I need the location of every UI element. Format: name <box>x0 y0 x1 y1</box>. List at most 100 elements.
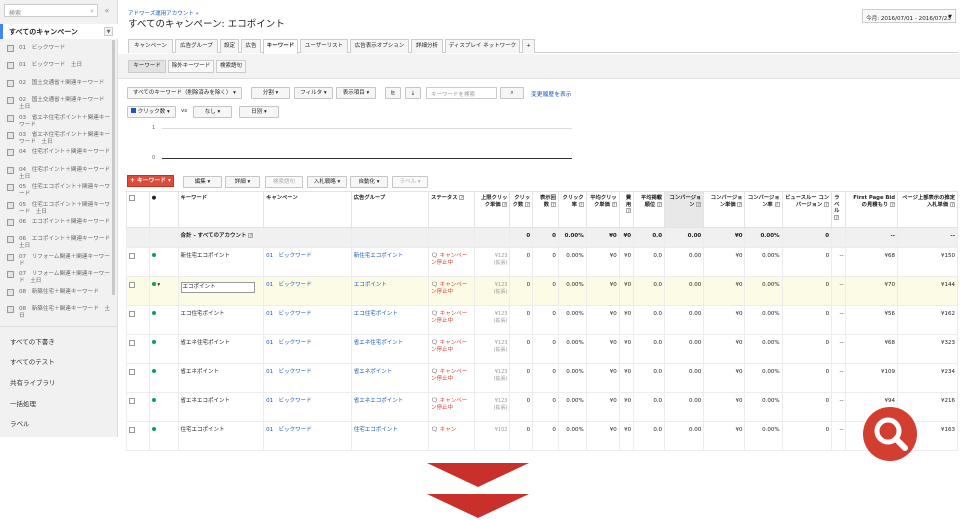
campaign-link[interactable]: 01 ビックワード <box>266 398 312 404</box>
table-row[interactable]: 住宅エコポイント 01 ビックワード 住宅エコポイント 🗨 キャン ¥102 0 0 0.00… <box>126 421 958 451</box>
row-status-dot[interactable] <box>148 421 179 451</box>
bid-strategy-dropdown[interactable]: 入札戦略 ▾ <box>307 176 347 188</box>
campaign-link[interactable]: 01 ビックワード <box>266 427 312 433</box>
max-cpc-cell[interactable]: ¥123 (拡張) <box>474 305 511 335</box>
sidebar-link[interactable]: 一括処理 <box>10 398 36 408</box>
help-icon[interactable]: ? <box>696 201 702 207</box>
select-all-checkbox[interactable] <box>126 191 150 228</box>
sidebar-scrollbar[interactable] <box>112 40 115 295</box>
campaign-cell[interactable]: 01 ビックワード <box>263 247 352 277</box>
column-header[interactable]: 費用 ? <box>618 191 635 228</box>
column-header[interactable]: コンバージョン率 ? <box>744 191 783 228</box>
speech-bubble-icon[interactable]: 🗨 <box>431 427 438 433</box>
campaign-link[interactable]: 01 ビックワード <box>266 311 312 317</box>
column-header[interactable]: 平均クリック単価 ? <box>585 191 620 228</box>
keyword-cell[interactable]: エコポイント <box>177 276 265 306</box>
help-icon[interactable]: ? <box>737 201 743 207</box>
help-icon[interactable]: ? <box>890 201 896 207</box>
columns-dropdown[interactable]: 表示項目 ▾ <box>336 87 376 99</box>
speech-bubble-icon[interactable]: 🗨 <box>431 398 438 404</box>
table-row[interactable]: 新住宅エコポイント 01 ビックワード 新住宅エコポイント 🗨 キャンペーン停止中 ¥1… <box>126 247 958 277</box>
help-icon[interactable]: ? <box>657 201 663 207</box>
row-checkbox[interactable] <box>126 305 150 335</box>
adgroup-cell[interactable]: 省エネエコポイント <box>350 392 430 422</box>
status-cell[interactable]: 🗨 キャンペーン停止中 <box>428 276 476 306</box>
column-header[interactable]: 表示回数 ? <box>532 191 559 228</box>
adgroup-link[interactable]: 省エネポイント <box>354 369 393 375</box>
chart-icon[interactable]: ⊵ <box>385 87 401 99</box>
tab-item[interactable]: 広告グループ <box>175 39 218 53</box>
keyword-search-input[interactable]: キーワードを検索 <box>426 87 497 99</box>
help-icon[interactable]: ? <box>774 201 780 207</box>
campaign-cell[interactable]: 01 ビックワード <box>263 334 352 364</box>
column-header[interactable]: First Page Bid の見積もり ? <box>845 191 899 228</box>
help-icon[interactable]: ? <box>525 201 531 207</box>
date-range-selector[interactable]: 今月: 2016/07/01 - 2016/07/23 ▼ <box>862 9 956 23</box>
column-header[interactable]: 広告グループ <box>350 191 430 228</box>
status-cell[interactable]: 🗨 キャンペーン停止中 <box>428 363 476 393</box>
max-cpc-cell[interactable]: ¥123 (拡張) <box>474 334 511 364</box>
row-status-dot[interactable] <box>148 363 179 393</box>
column-header[interactable]: コンバージョン ? <box>664 191 705 228</box>
row-status-dot[interactable] <box>148 305 179 335</box>
campaign-link[interactable]: 01 ビックワード <box>266 340 312 346</box>
adgroup-link[interactable]: 住宅エコポイント <box>354 427 398 433</box>
table-row[interactable]: 省エネエコポイント 01 ビックワード 省エネエコポイント 🗨 キャンペーン停止中 ¥1… <box>126 392 958 422</box>
column-header[interactable]: キーワード <box>177 191 265 228</box>
max-cpc-cell[interactable]: ¥123 (拡張) <box>474 276 511 306</box>
status-cell[interactable]: 🗨 キャンペーン停止中 <box>428 305 476 335</box>
campaign-link[interactable]: 01 ビックワード <box>266 282 312 288</box>
tab-item[interactable]: キーワード <box>263 39 298 54</box>
table-row[interactable]: 省エネ住宅ポイント 01 ビックワード 省エネ住宅ポイント 🗨 キャンペーン停止中 ¥1… <box>126 334 958 364</box>
adgroup-cell[interactable]: エコ住宅ポイント <box>350 305 430 335</box>
adgroup-cell[interactable]: 省エネ住宅ポイント <box>350 334 430 364</box>
search-button[interactable]: ⌕ <box>500 87 524 99</box>
segment-dropdown[interactable]: 分割 ▾ <box>251 87 290 99</box>
chevron-down-icon[interactable]: ▼ <box>104 27 113 36</box>
adgroup-cell[interactable]: 新住宅エコポイント <box>350 247 430 277</box>
status-cell[interactable]: 🗨 キャンペーン停止中 <box>428 392 476 422</box>
status-cell[interactable]: 🗨 キャン <box>428 421 476 451</box>
speech-bubble-icon[interactable]: 🗨 <box>431 369 438 375</box>
sidebar-link[interactable]: ラベル <box>10 418 30 428</box>
sidebar-link[interactable]: 共有ライブラリ <box>10 377 56 387</box>
subtab-item[interactable]: キーワード <box>128 60 166 73</box>
sidebar-link[interactable]: すべての下書き <box>10 336 55 346</box>
row-checkbox[interactable] <box>126 421 150 451</box>
help-icon[interactable]: ? <box>550 201 556 207</box>
details-dropdown[interactable]: 詳細 ▾ <box>225 176 260 188</box>
row-checkbox[interactable] <box>126 276 150 306</box>
adgroup-link[interactable]: エコポイント <box>354 282 387 288</box>
column-header[interactable]: 平均掲載順位 ? <box>633 191 666 228</box>
tab-item[interactable]: + <box>522 39 535 53</box>
metric2-dropdown[interactable]: なし ▾ <box>193 106 232 118</box>
row-checkbox[interactable] <box>126 392 150 422</box>
max-cpc-cell[interactable]: ¥123 (拡張) <box>474 247 511 277</box>
table-row[interactable]: エコ住宅ポイント 01 ビックワード エコ住宅ポイント 🗨 キャンペーン停止中 ¥123… <box>126 305 958 335</box>
table-row[interactable]: ▾ エコポイント 01 ビックワード エコポイント 🗨 キャンペーン停止中 ¥123 (拡… <box>126 276 958 306</box>
column-header[interactable]: クリック数 ? <box>509 191 534 228</box>
download-icon[interactable]: ⤓ <box>405 87 421 99</box>
automate-dropdown[interactable]: 自動化 ▾ <box>350 176 388 188</box>
adgroup-link[interactable]: 省エネエコポイント <box>354 398 404 404</box>
column-header[interactable]: ステータス ? <box>428 191 476 228</box>
campaign-cell[interactable]: 01 ビックワード <box>263 392 352 422</box>
subtab-item[interactable]: 除外キーワード <box>168 60 214 73</box>
campaign-cell[interactable]: 01 ビックワード <box>263 276 352 306</box>
tab-item[interactable]: 設定 <box>220 39 239 53</box>
speech-bubble-icon[interactable]: 🗨 <box>431 340 438 346</box>
help-icon[interactable]: ? <box>824 201 830 207</box>
campaign-cell[interactable]: 01 ビックワード <box>263 421 352 451</box>
max-cpc-cell[interactable]: ¥123 (拡張) <box>474 392 511 422</box>
adgroup-cell[interactable]: 省エネポイント <box>350 363 430 393</box>
campaign-cell[interactable]: 01 ビックワード <box>263 305 352 335</box>
help-icon[interactable]: ? <box>950 201 955 207</box>
tab-item[interactable]: キャンペーン <box>128 39 173 53</box>
subtab-item[interactable]: 検索語句 <box>216 60 246 73</box>
column-header[interactable]: コンバージョン単価 ? <box>703 191 746 228</box>
period-dropdown[interactable]: 日別 ▾ <box>239 106 279 118</box>
adgroup-link[interactable]: 省エネ住宅ポイント <box>354 340 404 346</box>
sidebar-all-campaigns[interactable]: すべてのキャンペーン ▼ <box>0 24 118 39</box>
keyword-edit-input[interactable]: エコポイント <box>180 282 255 293</box>
max-cpc-cell[interactable]: ¥102 <box>474 421 511 451</box>
